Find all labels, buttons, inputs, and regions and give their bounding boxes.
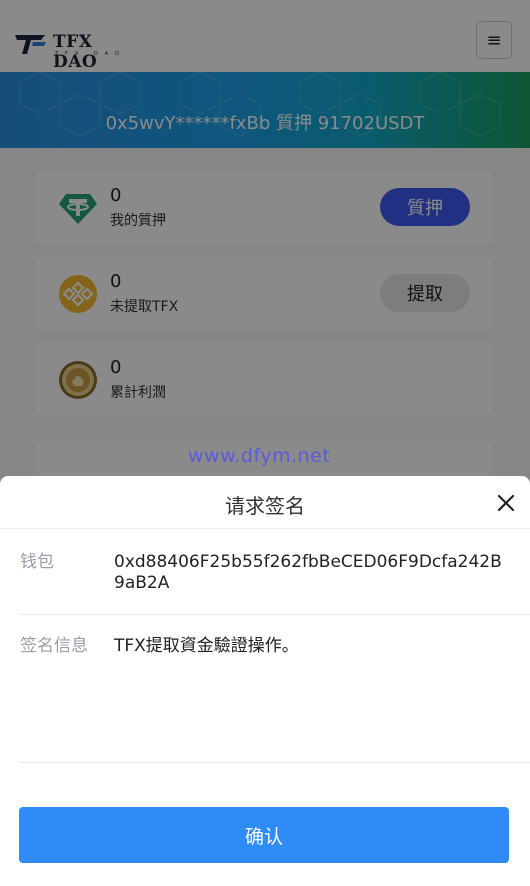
divider — [20, 762, 530, 763]
wallet-label: 钱包 — [20, 552, 54, 572]
close-button[interactable] — [494, 491, 518, 515]
watermark-text: www.dfym.net — [188, 445, 331, 467]
wallet-address: 0xd88406F25b55f262fbBeCED06F9Dcfa242B9aB… — [114, 552, 502, 593]
message-value: TFX提取資金驗證操作。 — [114, 636, 299, 656]
sheet-title: 请求签名 — [225, 494, 305, 518]
sheet-header: 请求签名 — [0, 476, 530, 529]
confirm-button[interactable]: 确认 — [19, 807, 509, 863]
divider — [20, 614, 530, 615]
message-label: 签名信息 — [20, 636, 88, 656]
signature-request-sheet: 请求签名 钱包 0xd88406F25b55f262fbBeCED06F9Dcf… — [0, 476, 530, 886]
close-icon — [497, 494, 515, 512]
